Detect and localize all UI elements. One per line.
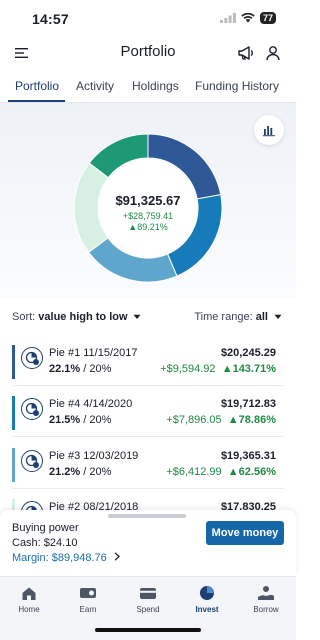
sort-label: Sort: — [12, 311, 36, 323]
tab-portfolio[interactable]: Portfolio — [15, 79, 59, 93]
time-range-value: all — [255, 311, 268, 323]
cash-balance: Cash: $24.10 — [12, 537, 78, 549]
status-bar: 14:57 77 — [0, 0, 296, 36]
nav-label: Spend — [136, 605, 160, 614]
nav-invest[interactable]: Invest — [182, 584, 232, 614]
buying-power-title: Buying power — [12, 522, 79, 534]
status-icons: 77 — [219, 12, 276, 24]
megaphone-icon — [238, 46, 253, 60]
bar-chart-icon — [263, 126, 275, 137]
portfolio-chart-area: $91,325.67 +$28,759.41 ▲89.21% — [0, 103, 296, 298]
pie-value: $19,365.31 — [220, 450, 276, 462]
portfolio-gain-percent: ▲89.21% — [128, 222, 168, 232]
list-controls: Sort: value high to low Time range: all — [0, 306, 296, 330]
home-icon — [22, 587, 36, 600]
nav-spend[interactable]: Spend — [123, 584, 173, 614]
pie-value: $19,712.83 — [220, 398, 276, 410]
pie-list-item[interactable]: Pie #4 4/14/2020 21.5% / 20% $19,712.83 … — [12, 394, 284, 446]
tab-bar: Portfolio Activity Holdings Funding Hist… — [0, 70, 296, 103]
borrow-icon — [258, 586, 274, 600]
drag-handle[interactable] — [108, 514, 186, 518]
wifi-icon — [241, 13, 255, 23]
pie-gains: +$9,594.92 ▲143.71% — [160, 363, 276, 375]
caret-down-icon — [274, 314, 282, 319]
nav-home[interactable]: Home — [4, 584, 54, 614]
nav-label: Home — [18, 605, 40, 614]
pie-color-bar — [12, 448, 15, 482]
pie-portfolio-icon — [25, 402, 39, 416]
pie-color-bar — [12, 345, 15, 379]
profile-button[interactable] — [262, 42, 284, 64]
signal-icon — [219, 13, 236, 23]
margin-link[interactable]: Margin: $89,948.76 — [12, 552, 121, 564]
tab-funding-history[interactable]: Funding History — [195, 79, 279, 93]
divider — [12, 436, 284, 437]
announcements-button[interactable] — [235, 42, 257, 64]
divider — [12, 385, 284, 386]
pie-allocation: 21.5% / 20% — [49, 414, 112, 426]
margin-balance: Margin: $89,948.76 — [12, 552, 107, 564]
tab-activity[interactable]: Activity — [76, 79, 114, 93]
card-icon — [140, 587, 156, 599]
pie-chart-icon — [200, 586, 214, 600]
user-icon — [266, 46, 280, 61]
pie-gains: +$7,896.05 ▲78.86% — [166, 414, 276, 426]
pie-icon — [21, 450, 43, 472]
portfolio-summary: $91,325.67 +$28,759.41 ▲89.21% — [100, 193, 196, 232]
earn-icon — [80, 588, 96, 598]
pie-list-item[interactable]: Pie #3 12/03/2019 21.2% / 20% $19,365.31… — [12, 446, 284, 498]
battery-indicator: 77 — [259, 12, 276, 24]
pie-name: Pie #1 11/15/2017 — [49, 347, 138, 359]
pie-portfolio-icon — [25, 454, 39, 468]
pie-color-bar — [12, 396, 15, 430]
time-range-label: Time range: — [194, 311, 253, 323]
pie-icon — [21, 398, 43, 420]
pie-icon — [21, 347, 43, 369]
nav-borrow[interactable]: Borrow — [241, 584, 291, 614]
pie-list-item[interactable]: Pie #1 11/15/2017 22.1% / 20% $20,245.29… — [12, 343, 284, 395]
active-tab-indicator — [8, 100, 65, 102]
pie-name: Pie #4 4/14/2020 — [49, 398, 133, 410]
nav-label: Borrow — [253, 605, 279, 614]
pie-gains: +$6,412.99 ▲62.56% — [166, 466, 276, 478]
divider — [12, 488, 284, 489]
pie-portfolio-icon — [25, 351, 39, 365]
app-header: Portfolio — [0, 36, 296, 70]
pie-allocation: 22.1% / 20% — [49, 363, 112, 375]
portfolio-total-value: $91,325.67 — [115, 193, 181, 208]
move-money-button[interactable]: Move money — [206, 521, 284, 545]
caret-down-icon — [133, 314, 141, 319]
pie-allocation: 21.2% / 20% — [49, 466, 112, 478]
pie-name: Pie #3 12/03/2019 — [49, 450, 139, 462]
nav-label: Earn — [79, 605, 97, 614]
pie-value: $20,245.29 — [220, 347, 276, 359]
sort-value: value high to low — [38, 311, 128, 323]
chart-view-button[interactable] — [254, 115, 284, 145]
portfolio-total-gain: +$28,759.41 — [122, 211, 174, 221]
home-indicator — [95, 628, 201, 632]
nav-label: Invest — [195, 605, 219, 614]
buying-power-panel: Buying power Cash: $24.10 Margin: $89,94… — [0, 510, 296, 576]
status-time: 14:57 — [32, 11, 69, 27]
time-range-dropdown[interactable]: Time range: all — [194, 311, 282, 323]
chevron-right-icon — [114, 552, 120, 561]
sort-dropdown[interactable]: Sort: value high to low — [12, 311, 141, 323]
tab-holdings[interactable]: Holdings — [132, 79, 179, 93]
nav-earn[interactable]: Earn — [63, 584, 113, 614]
